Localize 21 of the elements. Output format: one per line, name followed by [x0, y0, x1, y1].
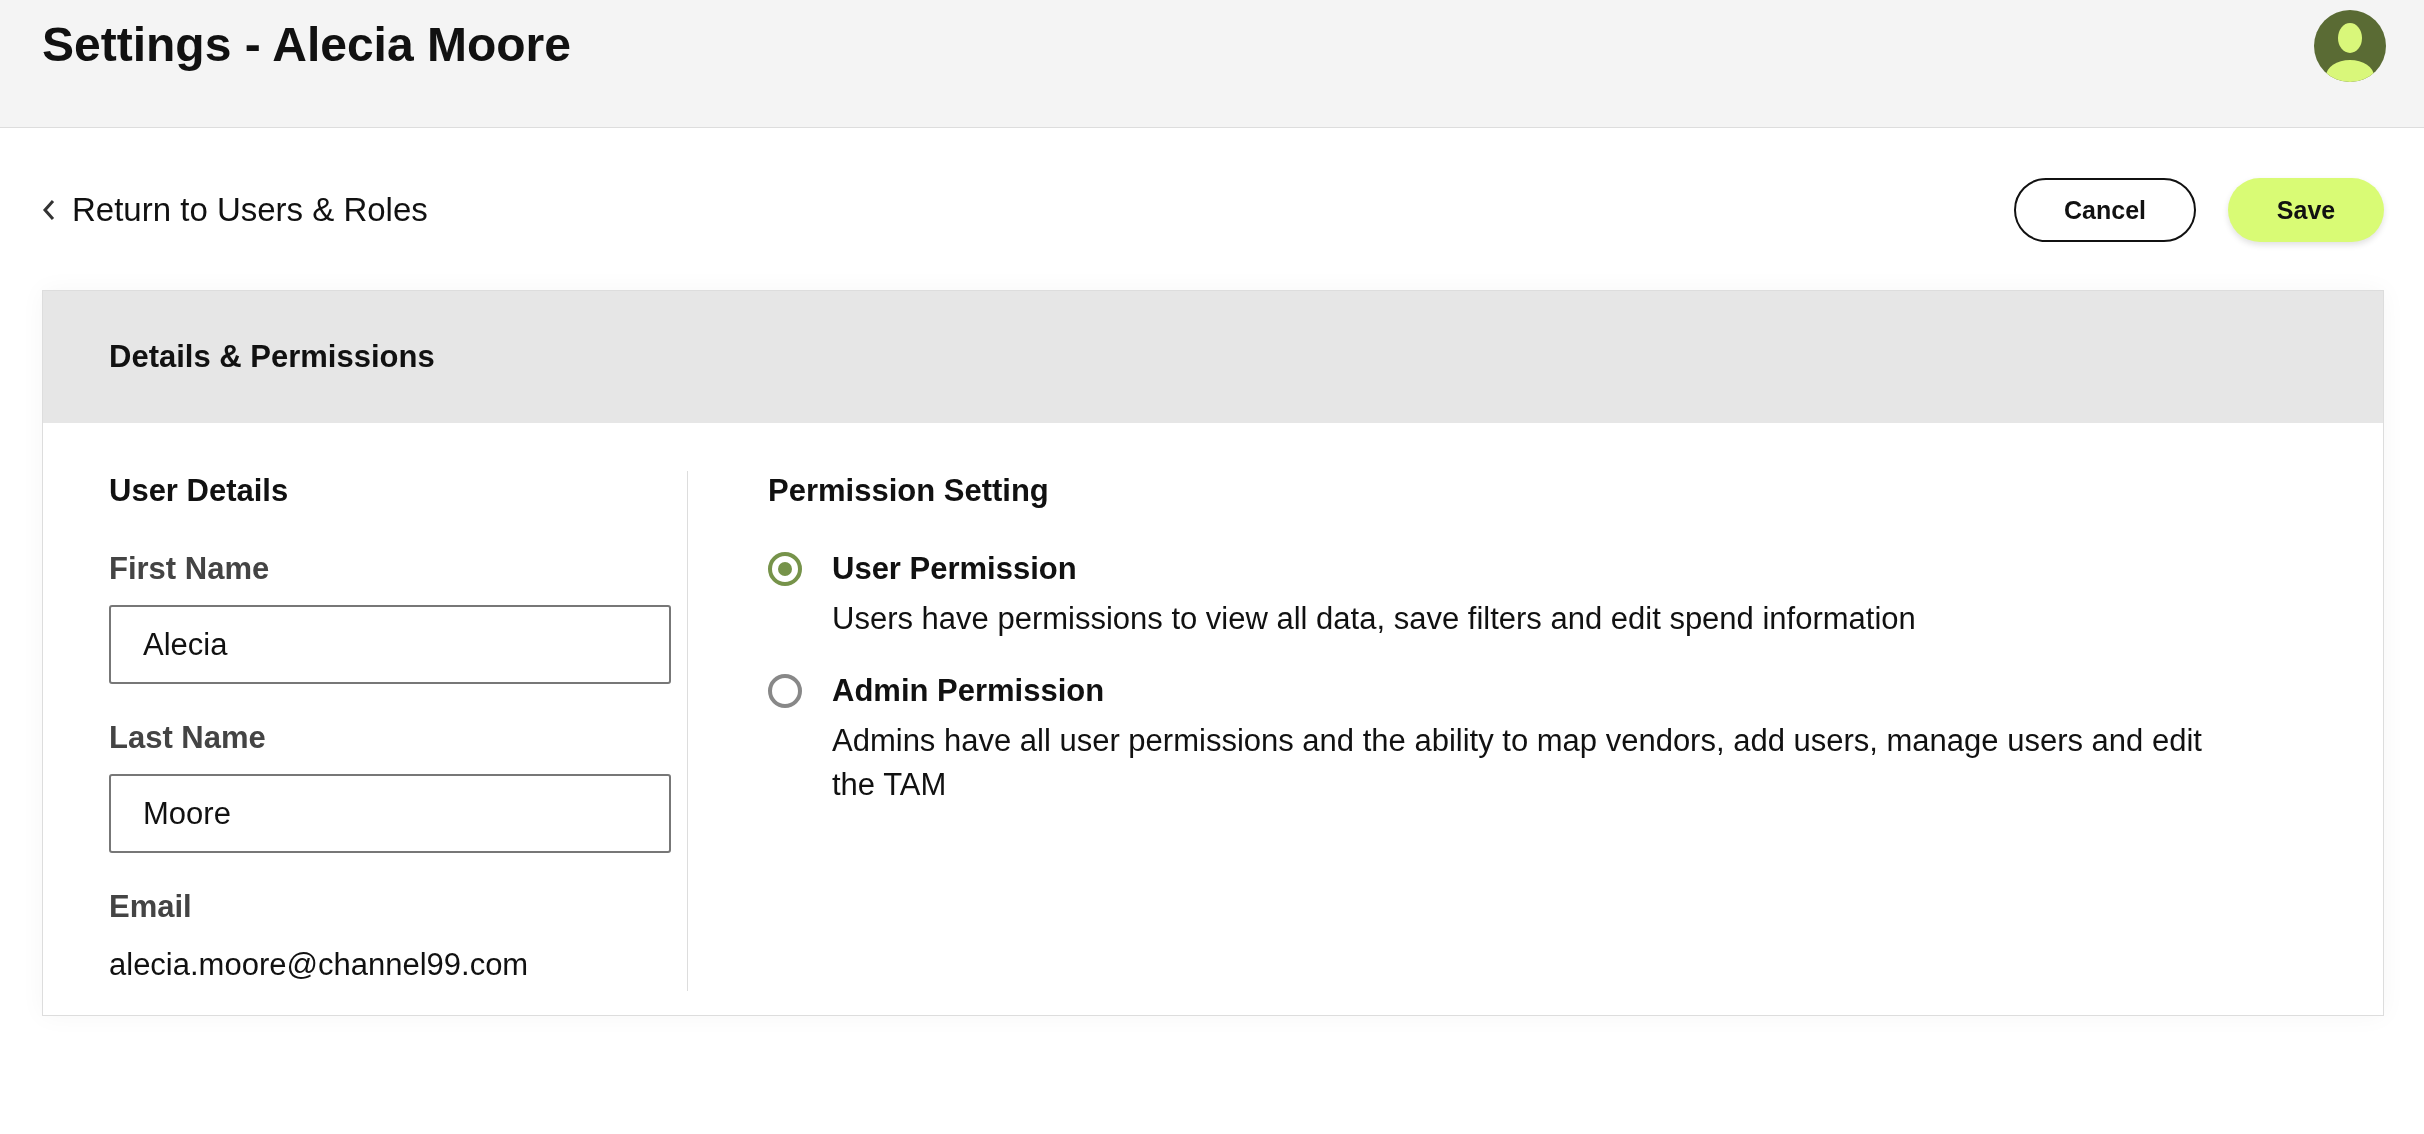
save-button[interactable]: Save — [2228, 178, 2384, 242]
input-field[interactable]: Moore — [109, 774, 671, 853]
radio-button[interactable] — [768, 552, 802, 586]
field-label: Email — [109, 888, 193, 926]
option-description: Admins have all user permissions and the ability to map vendors, add users, manage users and edit the TAM — [832, 722, 2203, 804]
field-label: First Name — [109, 550, 271, 588]
option-label: Admin Permission — [832, 672, 1106, 710]
section-heading: Permission Setting — [768, 472, 1050, 510]
back-link[interactable]: Return to Users & Roles — [42, 191, 428, 229]
email-text: alecia.moore@channel99.com — [109, 946, 530, 984]
input-field[interactable]: Alecia — [109, 605, 671, 684]
chevron-left-icon — [42, 199, 56, 221]
cancel-button[interactable]: Cancel — [2014, 178, 2196, 242]
option-label: User Permission — [832, 550, 1078, 588]
section-heading: User Details — [109, 472, 290, 510]
page-title: Settings - Alecia Moore — [42, 17, 571, 72]
avatar-icon[interactable] — [2314, 9, 2386, 82]
option-description: Users have permissions to view all data, save filters and edit spend information — [832, 600, 1917, 638]
radio-button[interactable] — [768, 674, 802, 708]
field-label: Last Name — [109, 719, 267, 757]
card-title: Details & Permissions — [109, 339, 435, 375]
